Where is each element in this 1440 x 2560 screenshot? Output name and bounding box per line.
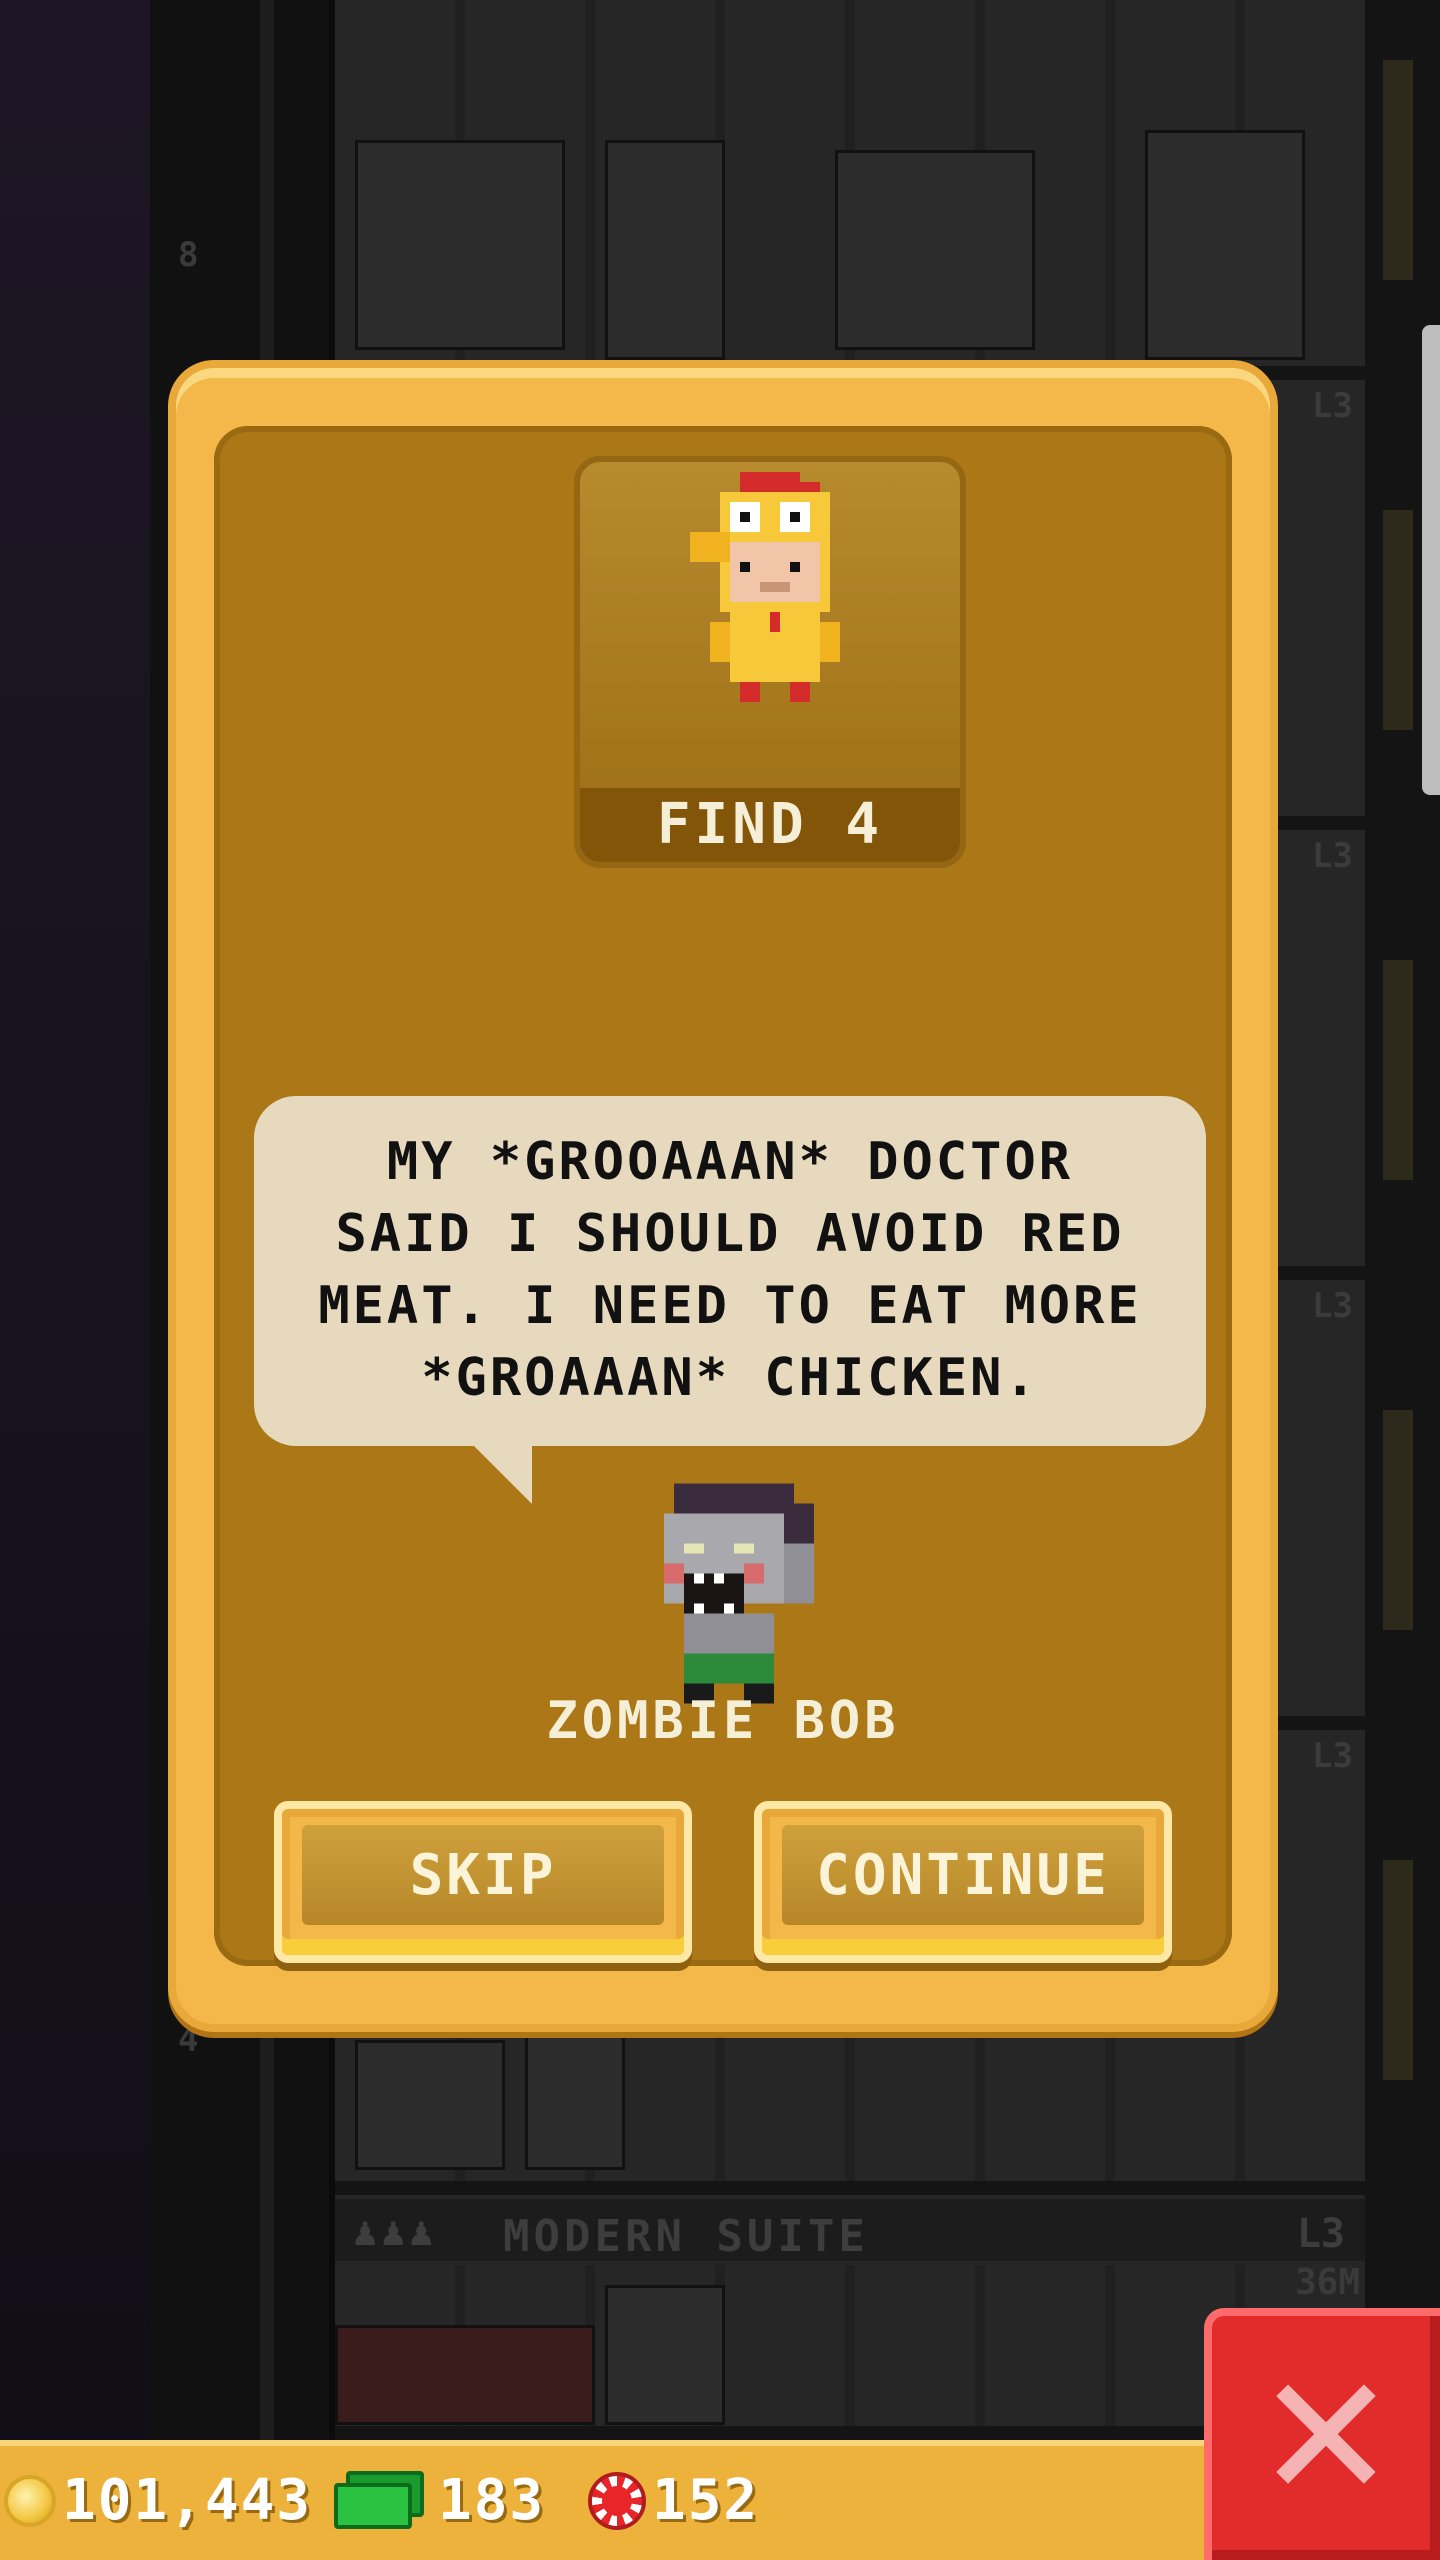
room-furniture <box>335 2325 595 2425</box>
dialog-panel: FIND 4 MY *GROOAAAN* DOCTOR SAID I SHOUL… <box>214 426 1232 1966</box>
zombie-character-icon <box>664 1483 814 1704</box>
speech-bubble-tail <box>472 1444 532 1504</box>
skip-button-label: SKIP <box>302 1825 664 1925</box>
room-furniture <box>835 150 1035 350</box>
casino-chip-icon <box>588 2471 646 2530</box>
mission-label: FIND 4 <box>580 788 960 862</box>
speaker-avatar <box>654 1481 834 1726</box>
close-button[interactable]: ✕ <box>1204 2308 1440 2560</box>
room-furniture <box>355 2040 505 2170</box>
bux-cash-icon <box>334 2470 426 2531</box>
coins-value: 101,443 <box>62 2468 313 2533</box>
floor-level-label: L3 <box>1312 1736 1353 1776</box>
mission-dialog: FIND 4 MY *GROOAAAN* DOCTOR SAID I SHOUL… <box>168 360 1278 2032</box>
bux-counter: 183 <box>334 2468 545 2533</box>
coins-counter: 101,443 <box>4 2468 312 2533</box>
speaker-name: ZOMBIE BOB <box>546 1691 900 1751</box>
room-door <box>605 140 725 360</box>
floor-number: 8 <box>178 235 199 275</box>
night-sky <box>0 0 150 2440</box>
suite-level: L3 <box>1296 2211 1345 2257</box>
room-furniture <box>355 140 565 350</box>
floor-level-label: L3 <box>1312 1286 1353 1326</box>
timer-text: 36M <box>1294 2262 1360 2303</box>
floor-level-label: L3 <box>1312 836 1353 876</box>
room-furniture <box>1145 130 1305 360</box>
resident-slots-icon: ♟♟♟ <box>353 2209 438 2255</box>
mission-target-portrait: FIND 4 <box>574 456 966 868</box>
chips-counter: 152 <box>588 2468 759 2533</box>
suite-name: MODERN SUITE <box>503 2211 869 2262</box>
chicken-costume-character-icon <box>690 472 840 702</box>
dialogue-text: MY *GROOAAAN* DOCTOR SAID I SHOULD AVOID… <box>318 1132 1142 1408</box>
room-door <box>605 2285 725 2425</box>
suite-name-bar: ♟♟♟ MODERN SUITE L3 <box>335 2195 1365 2265</box>
side-scroll-tab[interactable] <box>1422 325 1440 795</box>
floor-room <box>335 0 1365 380</box>
continue-button-label: CONTINUE <box>782 1825 1144 1925</box>
continue-button[interactable]: CONTINUE <box>754 1801 1172 1963</box>
bux-value: 183 <box>438 2468 546 2533</box>
speech-bubble: MY *GROOAAAN* DOCTOR SAID I SHOULD AVOID… <box>254 1096 1206 1446</box>
floor-level-label: L3 <box>1312 386 1353 426</box>
room-furniture <box>525 2030 625 2170</box>
coin-icon <box>4 2474 56 2527</box>
close-x-icon: ✕ <box>1254 2339 1398 2537</box>
skip-button[interactable]: SKIP <box>274 1801 692 1963</box>
chips-value: 152 <box>652 2468 760 2533</box>
